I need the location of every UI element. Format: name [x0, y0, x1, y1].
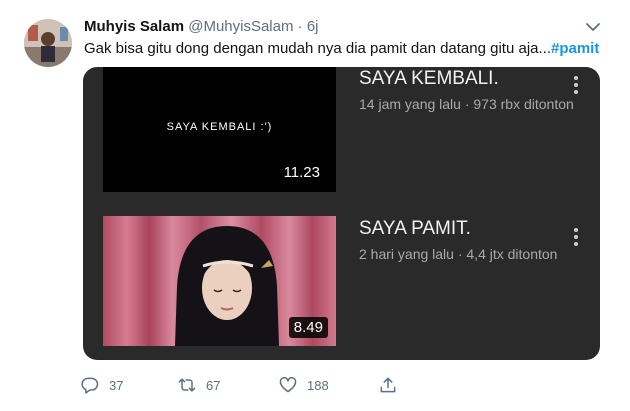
video-meta-2: 2 hari yang lalu · 4,4 jtx ditonton: [359, 246, 558, 262]
hashtag-link[interactable]: #pamit: [551, 40, 599, 57]
retweet-count: 67: [206, 377, 221, 393]
video-thumbnail-1[interactable]: SAYA KEMBALI :') 11.23: [103, 67, 336, 192]
more-vertical-icon[interactable]: [573, 75, 579, 95]
retweet-icon: [178, 378, 196, 392]
video-duration-1: 11.23: [283, 164, 320, 181]
thumbnail-caption: SAYA KEMBALI :'): [166, 121, 273, 133]
timestamp[interactable]: 6j: [307, 18, 319, 35]
tweet-body: Gak bisa gitu dong dengan mudah nya dia …: [84, 40, 551, 57]
more-vertical-icon[interactable]: [573, 227, 579, 247]
video-meta-1: 14 jam yang lalu · 973 rbx ditonton: [359, 96, 574, 112]
author-name[interactable]: Muhyis Salam: [84, 18, 184, 35]
avatar[interactable]: [24, 19, 72, 67]
reply-count: 37: [109, 377, 124, 393]
video-duration-2: 8.49: [288, 317, 328, 338]
video-thumbnail-2[interactable]: 8.49: [103, 216, 336, 346]
like-count: 188: [307, 377, 329, 393]
tweet-text: Gak bisa gitu dong dengan mudah nya dia …: [84, 40, 599, 57]
video-title-2[interactable]: SAYA PAMIT.: [359, 218, 471, 240]
media-card[interactable]: SAYA KEMBALI :') 11.23 SAYA KEMBALI. 14 …: [83, 67, 600, 360]
reply-button[interactable]: 37: [80, 374, 123, 396]
reply-icon: [81, 377, 99, 394]
separator-dot: ·: [297, 18, 303, 35]
caret-down-icon[interactable]: [584, 20, 602, 34]
tweet-header: Muhyis Salam @MuhyisSalam · 6j: [84, 18, 319, 35]
share-button[interactable]: [378, 374, 398, 396]
author-handle[interactable]: @MuhyisSalam: [188, 18, 293, 35]
video-title-1[interactable]: SAYA KEMBALI.: [359, 68, 499, 90]
like-button[interactable]: 188: [278, 374, 329, 396]
retweet-button[interactable]: 67: [177, 374, 220, 396]
like-icon: [279, 376, 297, 393]
share-icon: [380, 377, 396, 393]
